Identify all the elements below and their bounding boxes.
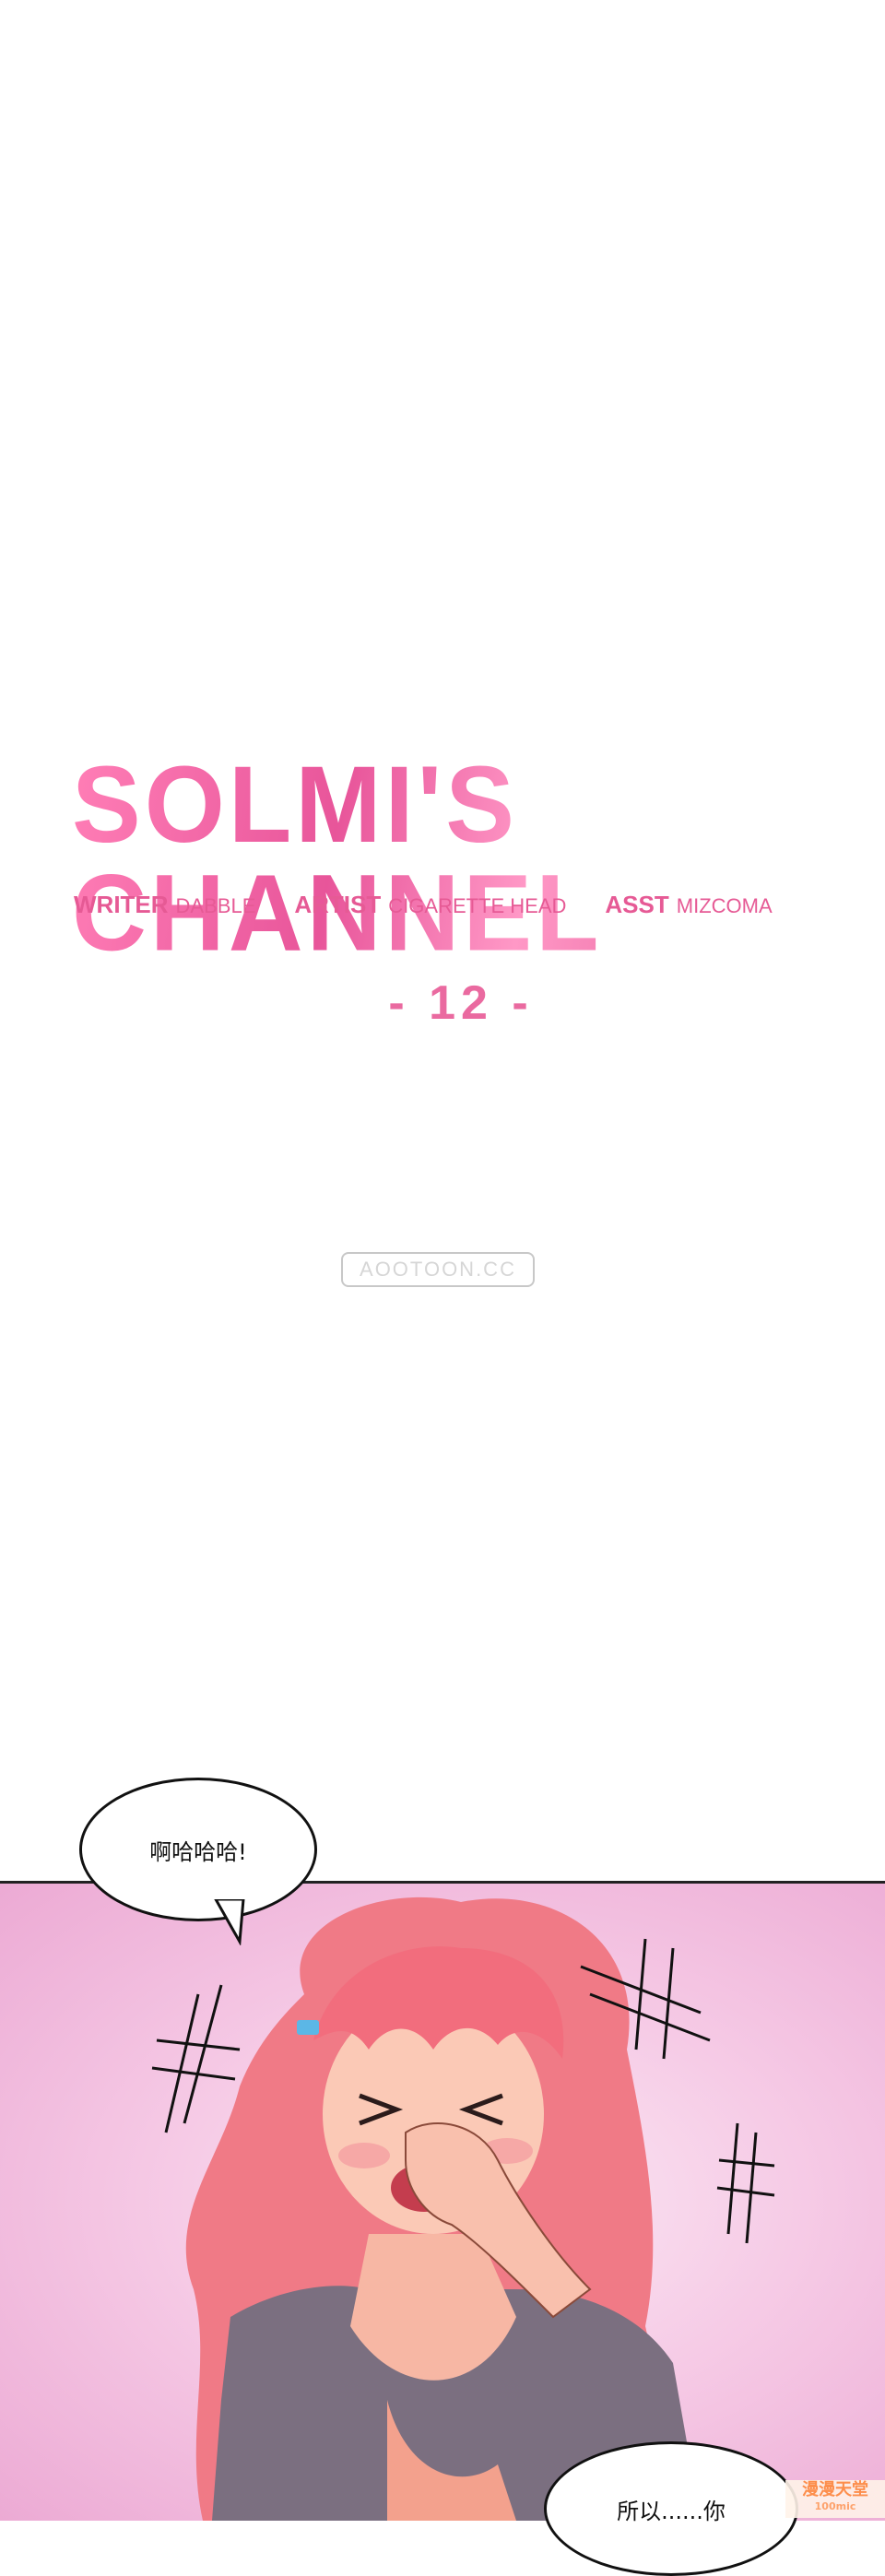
credit-writer: Writer Dabble <box>74 891 255 919</box>
speech-bubble-laugh: 啊哈哈哈! <box>79 1778 317 1921</box>
comic-panel <box>0 1881 885 2521</box>
corner-logo-subtext: 100mic <box>814 2500 856 2512</box>
speech-text: 啊哈哈哈! <box>149 1838 247 1865</box>
credit-name: Dabble <box>175 894 256 917</box>
credit-role: ASST <box>605 891 669 918</box>
site-watermark: AOOTOON.CC <box>341 1252 535 1287</box>
speech-tail-laugh <box>214 1899 245 1945</box>
credits-line: Writer Dabble Artist Cigarette head ASST… <box>74 891 773 919</box>
laughing-girl-illustration <box>151 1897 775 2521</box>
speech-bubble-bottom: 所以......你 <box>544 2441 798 2576</box>
credit-assistant: ASST Mizcoma <box>605 891 772 919</box>
credit-role: Writer <box>74 891 169 918</box>
credit-name: Mizcoma <box>676 894 773 917</box>
corner-watermark-logo: 漫漫天堂 100mic <box>785 2480 885 2518</box>
series-title: SOLMI'S CHANNEL <box>72 750 828 967</box>
credit-artist: Artist Cigarette head <box>294 891 566 919</box>
chapter-number: - 12 - <box>388 976 534 1030</box>
title-page: SOLMI'S CHANNEL Writer Dabble Artist Cig… <box>0 0 885 1881</box>
speech-text: 所以......你 <box>617 2498 726 2524</box>
credit-role: Artist <box>294 891 382 918</box>
corner-logo-text: 漫漫天堂 <box>802 2480 868 2499</box>
credit-name: Cigarette head <box>388 894 567 917</box>
